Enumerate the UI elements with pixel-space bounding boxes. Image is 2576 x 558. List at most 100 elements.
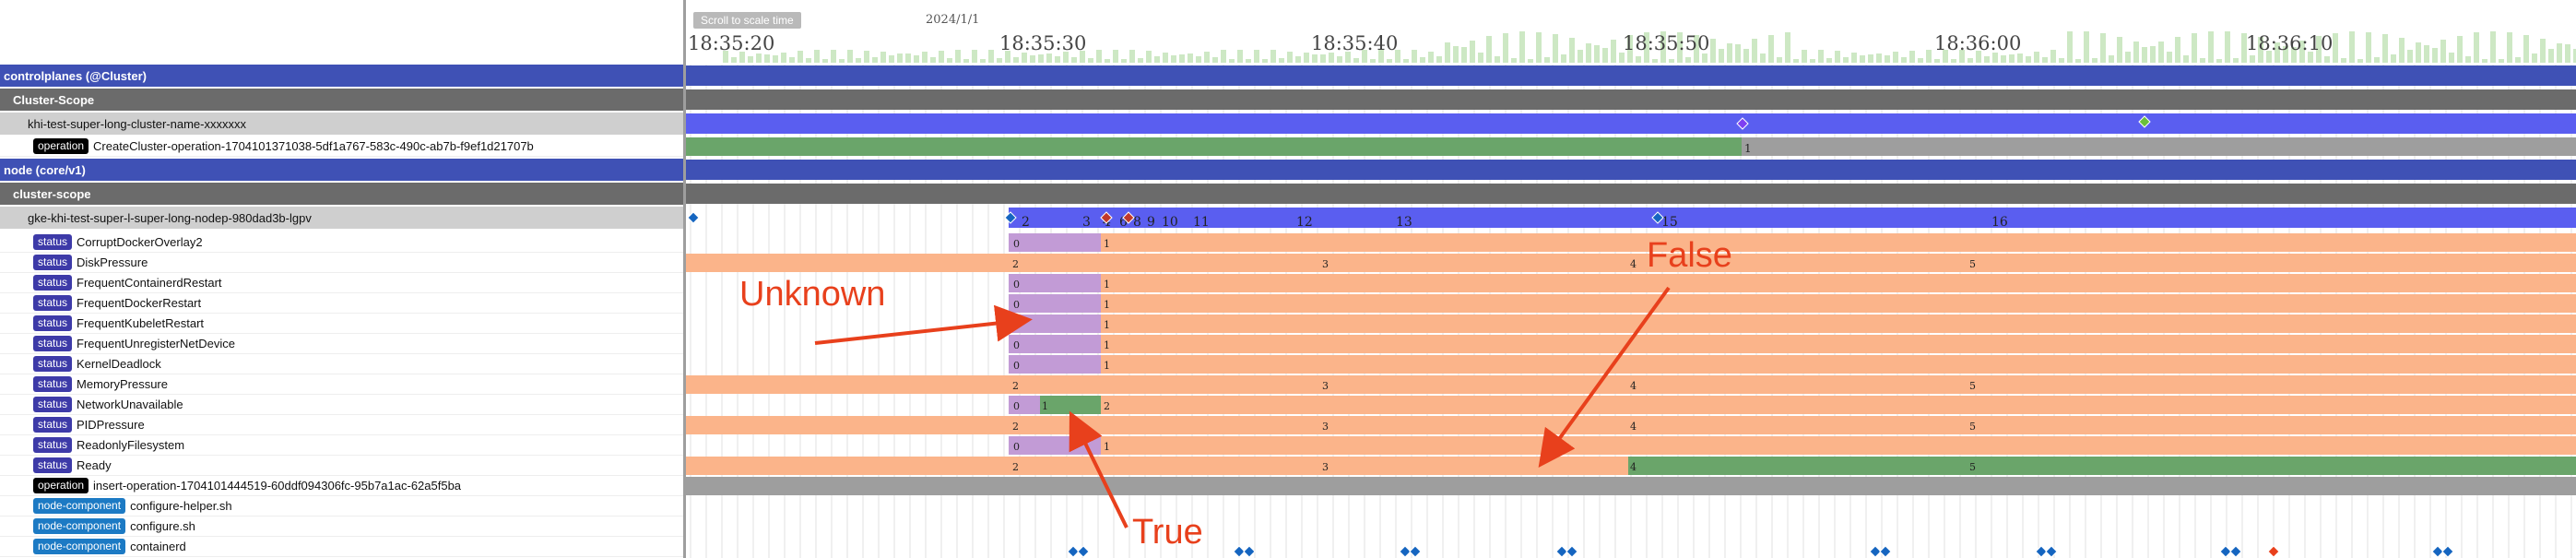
histogram-bar (1105, 59, 1110, 63)
timeline-canvas[interactable]: 18:35:20 18:35:30 18:35:40 18:35:50 18:36:00… (686, 0, 2576, 558)
histogram-bar (905, 53, 911, 63)
tree-row-subresource[interactable]: operation insert-operation-1704101444519-… (0, 476, 683, 496)
histogram-bar (2391, 54, 2396, 63)
histogram-bar (1046, 53, 1052, 63)
time-tick-label: 18:36:00 (1934, 32, 2021, 54)
lane-operation-running (686, 137, 1742, 156)
tree-row-subresource[interactable]: status FrequentKubeletRestart (0, 314, 683, 334)
histogram-bar (1196, 56, 1201, 63)
histogram-bar (1121, 59, 1127, 63)
histogram-bar (2407, 50, 2413, 63)
histogram-bar (1212, 57, 1218, 63)
histogram-bar (2474, 32, 2479, 63)
event-diamond-icon (1869, 545, 1882, 558)
histogram-bar (2150, 46, 2156, 63)
histogram-bar (1279, 58, 1284, 63)
tree-row-subresource[interactable]: status NetworkUnavailable (0, 395, 683, 415)
tree-row-label: containerd (130, 540, 186, 553)
histogram-bar (1129, 50, 1135, 63)
histogram-bar (1843, 57, 1849, 63)
tree-row-subresource[interactable]: node-component containerd (0, 537, 683, 557)
histogram-bar (1578, 50, 1583, 63)
histogram-bar (1370, 59, 1376, 63)
tree-row-subresource[interactable]: status FrequentContainerdRestart (0, 273, 683, 293)
histogram-bar (1511, 58, 1517, 63)
histogram-bar (1038, 54, 1044, 63)
tree-row-label: MemoryPressure (77, 377, 168, 391)
tree-row-label: FrequentKubeletRestart (77, 316, 205, 330)
tree-row-subresource[interactable]: node-component configure.sh (0, 516, 683, 537)
revision-label: 0 (1013, 299, 1020, 311)
revision-label: 11 (1193, 215, 1210, 230)
histogram-bar (1611, 40, 1616, 63)
histogram-bar (1826, 58, 1832, 63)
tree-row-subresource[interactable]: status PIDPressure (0, 415, 683, 435)
tree-row-subresource[interactable]: operation CreateCluster-operation-1704101… (0, 137, 683, 157)
tree-row-subresource[interactable]: status KernelDeadlock (0, 354, 683, 374)
tree-row-subresource[interactable]: status MemoryPressure (0, 374, 683, 395)
event-diamond-icon (2441, 545, 2454, 558)
time-tick-label: 18:35:50 (1623, 32, 1709, 54)
event-diamond-icon (1233, 545, 1246, 558)
histogram-bar (2324, 56, 2330, 63)
histogram-bar (1478, 53, 1483, 63)
tree-row-category[interactable]: controlplanes (@Cluster) (0, 65, 683, 87)
event-diamond-icon (1555, 545, 1568, 558)
histogram-bar (2357, 59, 2363, 63)
histogram-bar (822, 59, 828, 63)
histogram-bar (1495, 56, 1500, 63)
status-tag: status (33, 295, 73, 311)
histogram-bar (1561, 54, 1566, 63)
histogram-bar (839, 59, 845, 63)
histogram-bar (1934, 59, 1940, 63)
histogram-bar (963, 59, 969, 63)
revision-label: 1 (1104, 339, 1110, 351)
tree-row-subresource[interactable]: status ReadonlyFilesystem (0, 435, 683, 456)
lane-node (1009, 208, 2576, 228)
tree-row-subresource[interactable]: node-component configure-helper.sh (0, 496, 683, 516)
histogram-bar (1851, 53, 1857, 63)
tree-row-subresource[interactable]: status CorruptDockerOverlay2 (0, 232, 683, 253)
histogram-bar (1445, 42, 1450, 63)
tree-row-kind[interactable]: cluster-scope (0, 183, 683, 205)
lane-state-unknown (1009, 233, 1101, 252)
histogram-bar (1868, 54, 1873, 63)
timeline-panel[interactable]: 18:35:20 18:35:30 18:35:40 18:35:50 18:36:00… (686, 0, 2576, 558)
tree-row-subresource[interactable]: status DiskPressure (0, 253, 683, 273)
tree-row-subresource[interactable]: status FrequentDockerRestart (0, 293, 683, 314)
histogram-bar (1685, 57, 1691, 63)
revision-label: 12 (1296, 215, 1313, 230)
tree-row-resource[interactable]: khi-test-super-long-cluster-name-xxxxxxx (0, 113, 683, 135)
scroll-to-scale-time-button[interactable]: Scroll to scale time (693, 12, 801, 29)
histogram-bar (1337, 56, 1342, 63)
tree-row-category[interactable]: node (core/v1) (0, 159, 683, 181)
histogram-bar (814, 50, 820, 63)
histogram-bar (872, 57, 878, 63)
histogram-bar (1768, 35, 1774, 63)
revision-label: 2 (1104, 400, 1110, 412)
histogram-bar (1246, 59, 1251, 63)
tree-row-label: DiskPressure (77, 255, 148, 269)
histogram-bar (980, 59, 986, 63)
revision-label: 1 (1104, 238, 1110, 250)
histogram-bar (1138, 58, 1143, 63)
callout-unknown: Unknown (739, 275, 886, 314)
histogram-bar (1735, 44, 1741, 63)
tree-row-resource[interactable]: gke-khi-test-super-l-super-long-nodep-98… (0, 207, 683, 229)
tree-row-subresource[interactable]: status FrequentUnregisterNetDevice (0, 334, 683, 354)
revision-label: 9 (1147, 215, 1155, 230)
tree-row-kind[interactable]: Cluster-Scope (0, 89, 683, 111)
histogram-bar (2109, 55, 2114, 63)
lane-state-unknown (1009, 436, 1101, 455)
histogram-bar (1171, 55, 1176, 63)
tree-row-subresource[interactable]: status Ready (0, 456, 683, 476)
revision-label: 1 (1104, 441, 1110, 453)
histogram-bar (930, 57, 936, 63)
histogram-bar (756, 53, 762, 63)
histogram-bar (2142, 47, 2147, 63)
lane-state-false (1101, 315, 2576, 333)
histogram-bar (1179, 54, 1185, 63)
revision-label: 5 (1969, 258, 1976, 270)
histogram-bar (2465, 56, 2471, 63)
event-diamond-icon (1077, 545, 1090, 558)
